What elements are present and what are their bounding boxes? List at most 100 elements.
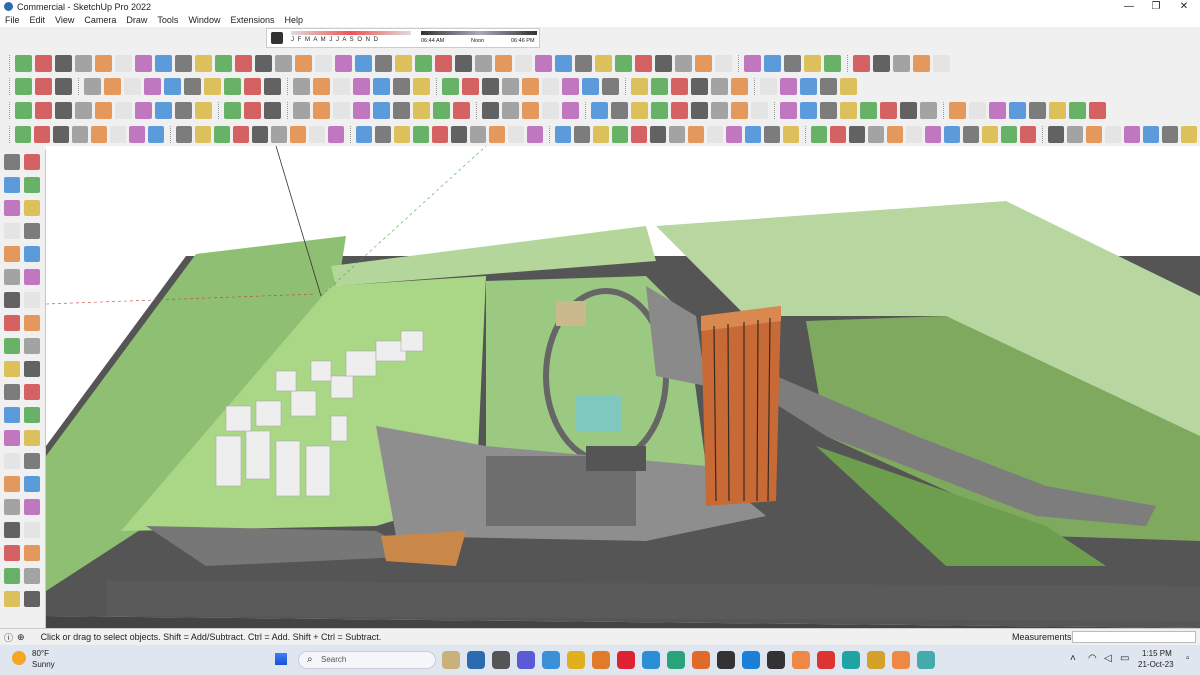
row4-tool-icon[interactable]: [650, 125, 667, 143]
row3-tool-icon[interactable]: [860, 101, 877, 119]
row2-tool-icon[interactable]: [602, 77, 619, 95]
row1-tool-icon[interactable]: [175, 54, 192, 72]
row4-tool-icon[interactable]: [14, 125, 31, 143]
row2-tool-icon[interactable]: [582, 77, 599, 95]
left-tool-icon[interactable]: [4, 591, 20, 607]
left-tool-icon[interactable]: [24, 315, 40, 331]
notifications-icon[interactable]: ▫: [1186, 653, 1190, 664]
row2-tool-icon[interactable]: [313, 77, 330, 95]
row4-tool-icon[interactable]: [393, 125, 410, 143]
row4-tool-icon[interactable]: [764, 125, 781, 143]
month-slider[interactable]: [291, 31, 411, 35]
geo-location-icon[interactable]: ⓘ: [4, 631, 13, 644]
row3-tool-icon[interactable]: [224, 101, 241, 119]
left-tool-icon[interactable]: [24, 453, 40, 469]
tray-chevron-icon[interactable]: ˄: [1070, 653, 1076, 664]
left-tool-icon[interactable]: [4, 522, 20, 538]
row1-tool-icon[interactable]: [784, 54, 801, 72]
row2-tool-icon[interactable]: [462, 77, 479, 95]
row3-tool-icon[interactable]: [751, 101, 768, 119]
menu-camera[interactable]: Camera: [79, 15, 121, 25]
row2-tool-icon[interactable]: [204, 77, 221, 95]
row1-tool-icon[interactable]: [335, 54, 352, 72]
left-tool-icon[interactable]: [24, 499, 40, 515]
row3-tool-icon[interactable]: [35, 101, 52, 119]
taskbar-app-icon[interactable]: [717, 651, 735, 669]
row4-tool-icon[interactable]: [489, 125, 506, 143]
row4-tool-icon[interactable]: [1020, 125, 1037, 143]
clock-time[interactable]: 1:15 PM: [1142, 649, 1172, 658]
row3-tool-icon[interactable]: [453, 101, 470, 119]
row1-tool-icon[interactable]: [375, 54, 392, 72]
taskbar-app-icon[interactable]: [692, 651, 710, 669]
row4-tool-icon[interactable]: [270, 125, 287, 143]
row3-tool-icon[interactable]: [15, 101, 32, 119]
taskbar-app-icon[interactable]: [842, 651, 860, 669]
row4-tool-icon[interactable]: [109, 125, 126, 143]
toolbar-grip[interactable]: [436, 77, 439, 95]
row1-tool-icon[interactable]: [315, 54, 332, 72]
left-tool-icon[interactable]: [4, 338, 20, 354]
toolbar-grip[interactable]: [9, 125, 12, 143]
row2-tool-icon[interactable]: [711, 77, 728, 95]
row4-tool-icon[interactable]: [830, 125, 847, 143]
row4-tool-icon[interactable]: [251, 125, 268, 143]
close-button[interactable]: ✕: [1170, 0, 1198, 13]
row4-tool-icon[interactable]: [745, 125, 762, 143]
row2-tool-icon[interactable]: [413, 77, 430, 95]
row4-tool-icon[interactable]: [432, 125, 449, 143]
taskbar-app-icon[interactable]: [442, 651, 460, 669]
row3-tool-icon[interactable]: [542, 101, 559, 119]
row4-tool-icon[interactable]: [128, 125, 145, 143]
row4-tool-icon[interactable]: [849, 125, 866, 143]
row4-tool-icon[interactable]: [868, 125, 885, 143]
row3-tool-icon[interactable]: [840, 101, 857, 119]
toolbar-grip[interactable]: [549, 125, 552, 143]
left-tool-icon[interactable]: [4, 177, 20, 193]
taskbar-app-icon[interactable]: [917, 651, 935, 669]
left-tool-icon[interactable]: [4, 407, 20, 423]
row4-tool-icon[interactable]: [783, 125, 800, 143]
row3-tool-icon[interactable]: [413, 101, 430, 119]
row4-tool-icon[interactable]: [906, 125, 923, 143]
left-tool-icon[interactable]: [24, 545, 40, 561]
row4-tool-icon[interactable]: [669, 125, 686, 143]
left-tool-icon[interactable]: [24, 154, 40, 170]
row1-tool-icon[interactable]: [435, 54, 452, 72]
row3-tool-icon[interactable]: [522, 101, 539, 119]
row3-tool-icon[interactable]: [175, 101, 192, 119]
toolbar-grip[interactable]: [170, 125, 173, 143]
row3-tool-icon[interactable]: [75, 101, 92, 119]
clock-date[interactable]: 21-Oct-23: [1138, 660, 1174, 669]
row3-tool-icon[interactable]: [611, 101, 628, 119]
taskbar-app-icon[interactable]: [592, 651, 610, 669]
left-tool-icon[interactable]: [24, 568, 40, 584]
row3-tool-icon[interactable]: [920, 101, 937, 119]
row1-tool-icon[interactable]: [355, 54, 372, 72]
toolbar-grip[interactable]: [9, 77, 12, 95]
toolbar-grip[interactable]: [287, 101, 290, 119]
row2-tool-icon[interactable]: [164, 77, 181, 95]
row4-tool-icon[interactable]: [944, 125, 961, 143]
row3-tool-icon[interactable]: [880, 101, 897, 119]
taskbar-app-icon[interactable]: [792, 651, 810, 669]
menu-tools[interactable]: Tools: [152, 15, 183, 25]
row1-tool-icon[interactable]: [195, 54, 212, 72]
row3-tool-icon[interactable]: [353, 101, 370, 119]
menu-draw[interactable]: Draw: [121, 15, 152, 25]
row2-tool-icon[interactable]: [55, 77, 72, 95]
row1-tool-icon[interactable]: [804, 54, 821, 72]
row2-tool-icon[interactable]: [522, 77, 539, 95]
row3-tool-icon[interactable]: [293, 101, 310, 119]
left-tool-icon[interactable]: [24, 522, 40, 538]
measurements-field[interactable]: [1072, 631, 1196, 643]
row3-tool-icon[interactable]: [502, 101, 519, 119]
row2-tool-icon[interactable]: [333, 77, 350, 95]
left-tool-icon[interactable]: [24, 407, 40, 423]
left-tool-icon[interactable]: [4, 430, 20, 446]
row4-tool-icon[interactable]: [90, 125, 107, 143]
row2-tool-icon[interactable]: [840, 77, 857, 95]
row4-tool-icon[interactable]: [554, 125, 571, 143]
row1-tool-icon[interactable]: [744, 54, 761, 72]
row4-tool-icon[interactable]: [1181, 125, 1198, 143]
